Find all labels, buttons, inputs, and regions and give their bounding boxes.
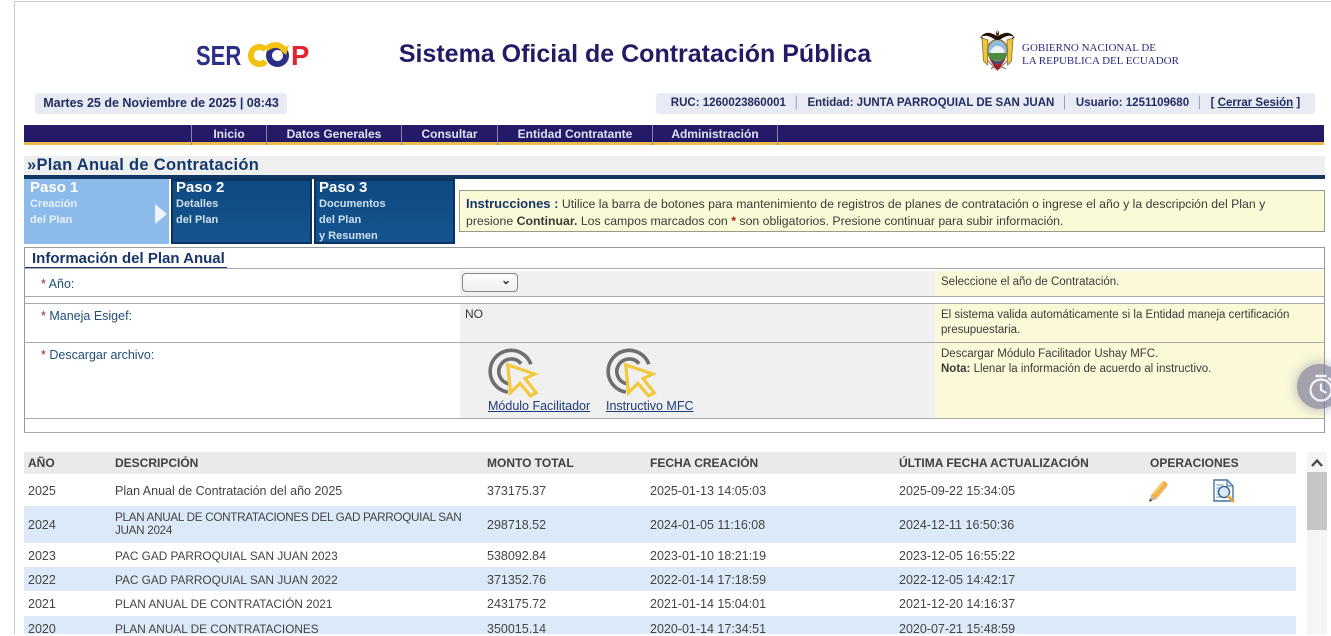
svg-text:P: P bbox=[291, 40, 309, 71]
svg-text:SER: SER bbox=[196, 41, 241, 72]
